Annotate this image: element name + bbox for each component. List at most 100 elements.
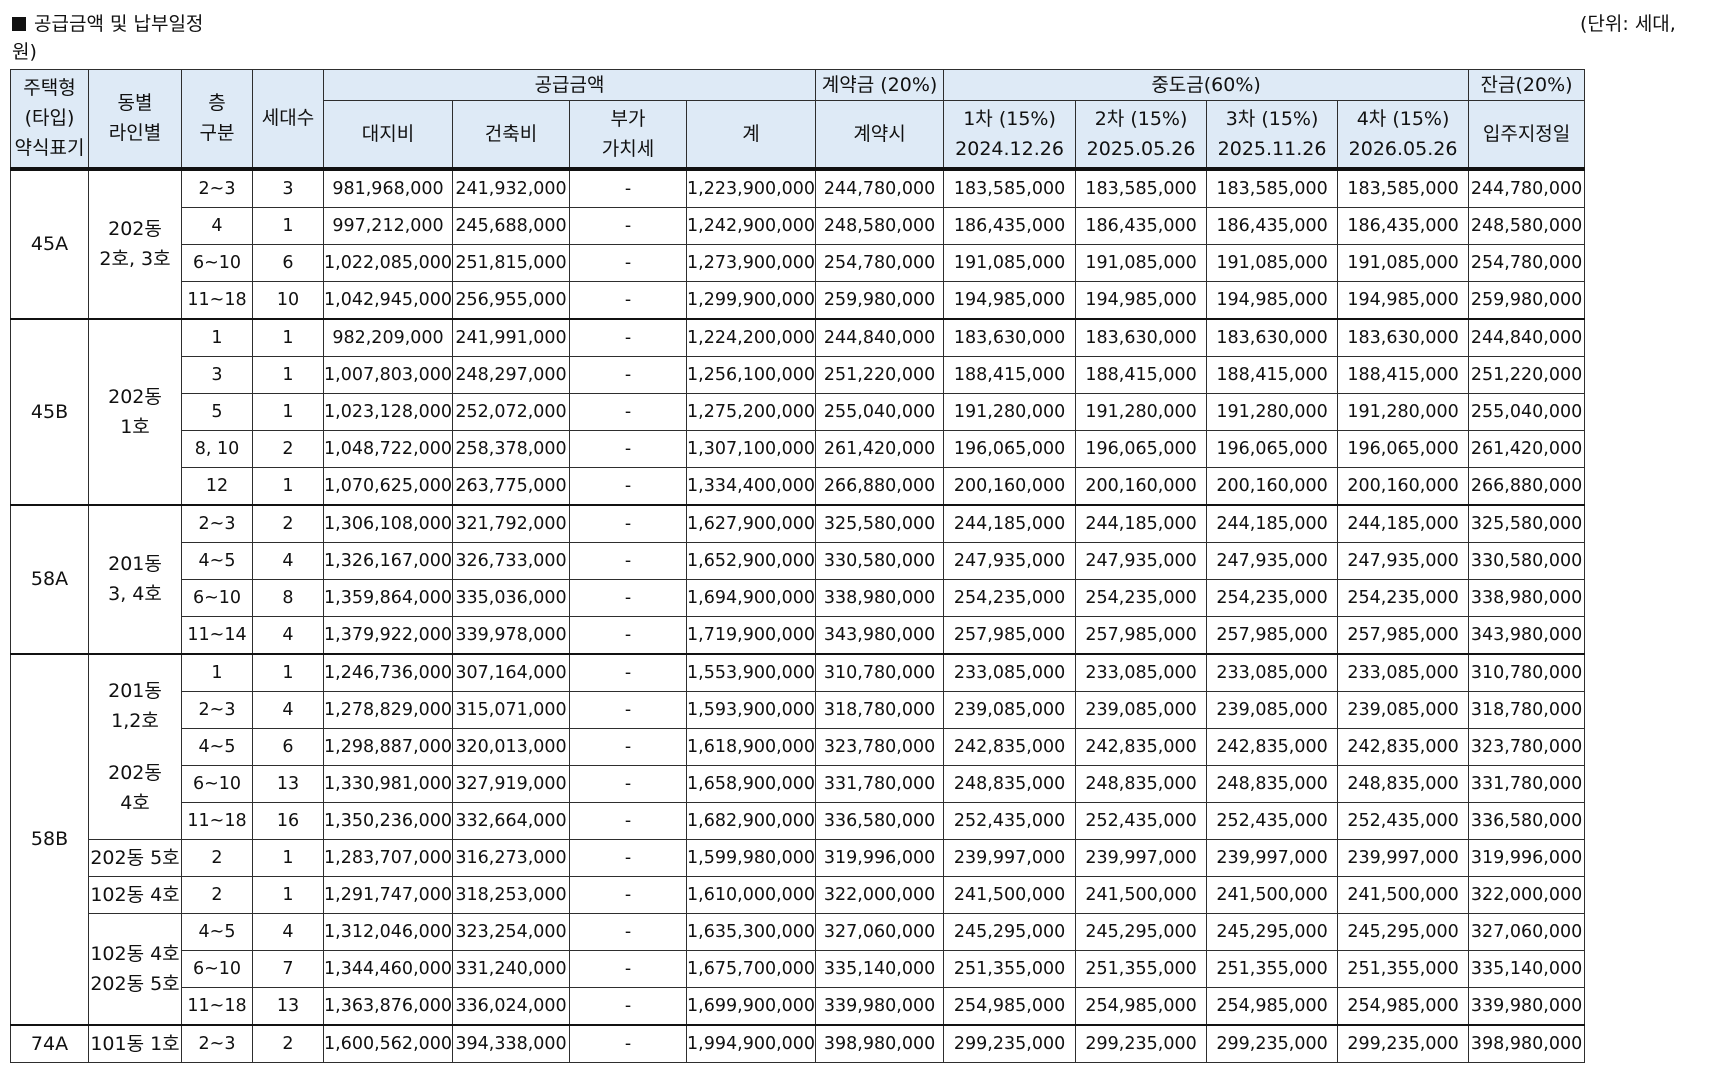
units-cell: 2: [252, 429, 324, 468]
vat-cell: -: [569, 578, 688, 617]
land-cell: 1,278,829,000: [322, 690, 454, 729]
m1-cell: 251,355,000: [943, 949, 1077, 988]
floor-cell: 6~10: [181, 243, 253, 282]
total-cell: 1,682,900,000: [686, 801, 817, 840]
floor-cell: 6~10: [181, 578, 253, 617]
total-cell: 1,599,980,000: [686, 838, 817, 877]
total-cell: 1,223,900,000: [686, 166, 817, 208]
balance-cell: 330,580,000: [1468, 541, 1586, 580]
m4-cell: 245,295,000: [1337, 912, 1470, 951]
table-row: 58B 201동 1,2호 202동 4호 1 1 1,246,736,000 307,164,…: [10, 652, 1586, 1025]
header-total: 계: [686, 100, 817, 169]
building-cell: 252,072,000: [452, 392, 571, 431]
header-supply-group: 공급금액: [322, 69, 817, 101]
balance-cell: 338,980,000: [1468, 578, 1586, 617]
header-middle-group: 중도금(60%): [943, 69, 1470, 101]
land-cell: 1,070,625,000: [322, 466, 454, 505]
m2-cell: 248,835,000: [1075, 764, 1208, 803]
vat-cell: -: [569, 541, 688, 580]
type-cell: 45B: [10, 317, 89, 505]
m4-cell: 247,935,000: [1337, 541, 1470, 580]
m2-cell: 191,280,000: [1075, 392, 1208, 431]
units-cell: 1: [252, 838, 324, 877]
m1-cell: 196,065,000: [943, 429, 1077, 468]
table-row: 45B 202동 1호 1 1 982,209,000 241,991,000-1,224,…: [10, 317, 1586, 505]
header-building: 건축비: [452, 100, 571, 169]
m2-cell: 239,085,000: [1075, 690, 1208, 729]
total-cell: 1,307,100,000: [686, 429, 817, 468]
units-cell: 7: [252, 949, 324, 988]
balance-cell: 244,840,000: [1468, 317, 1586, 357]
total-cell: 1,242,900,000: [686, 206, 817, 245]
balance-cell: 248,580,000: [1468, 206, 1586, 245]
floor-cell: 1: [181, 652, 253, 692]
vat-cell: -: [569, 243, 688, 282]
contract-cell: 318,780,000: [815, 690, 945, 729]
total-cell: 1,553,900,000: [686, 652, 817, 692]
table-row: 8, 10 2 1,048,722,000 258,378,000-1,307,100…: [11, 429, 1586, 468]
land-cell: 1,350,236,000: [322, 801, 454, 840]
balance-cell: 255,040,000: [1468, 392, 1586, 431]
m3-cell: 200,160,000: [1206, 466, 1339, 505]
dong-line-text: 201동: [108, 679, 162, 702]
balance-cell: 251,220,000: [1468, 355, 1586, 394]
m3-cell: 191,280,000: [1206, 392, 1339, 431]
building-cell: 323,254,000: [452, 912, 571, 951]
m4-cell: 241,500,000: [1337, 875, 1470, 914]
building-cell: 326,733,000: [452, 541, 571, 580]
building-cell: 256,955,000: [452, 280, 571, 319]
land-cell: 1,600,562,000: [322, 1023, 454, 1063]
land-cell: 1,291,747,000: [322, 875, 454, 914]
m4-cell: 196,065,000: [1337, 429, 1470, 468]
balance-cell: 259,980,000: [1468, 280, 1586, 319]
m3-cell: 242,835,000: [1206, 727, 1339, 766]
m3-cell: 251,355,000: [1206, 949, 1339, 988]
table-row: 12 1 1,070,625,000 263,775,000-1,334,400,00…: [11, 466, 1586, 505]
m1-cell: 200,160,000: [943, 466, 1077, 505]
vat-cell: -: [569, 838, 688, 877]
contract-cell: 398,980,000: [815, 1023, 945, 1063]
contract-cell: 327,060,000: [815, 912, 945, 951]
m3-cell: 233,085,000: [1206, 652, 1339, 692]
land-cell: 1,007,803,000: [322, 355, 454, 394]
land-cell: 1,330,981,000: [322, 764, 454, 803]
dong-line-text: 3, 4호: [108, 583, 162, 605]
balance-cell: 319,996,000: [1468, 838, 1586, 877]
contract-cell: 259,980,000: [815, 280, 945, 319]
vat-cell: -: [569, 503, 688, 543]
dong-line-text: 202동: [108, 761, 162, 784]
dong-line-text: 101동 1호: [90, 1032, 180, 1055]
contract-cell: 255,040,000: [815, 392, 945, 431]
type-cell: 58B: [10, 652, 89, 1025]
m3-cell: 245,295,000: [1206, 912, 1339, 951]
m1-cell: 194,985,000: [943, 280, 1077, 319]
floor-cell: 4: [181, 206, 253, 245]
units-cell: 4: [252, 690, 324, 729]
total-cell: 1,334,400,000: [686, 466, 817, 505]
m2-cell: 188,415,000: [1075, 355, 1208, 394]
m3-cell: 254,985,000: [1206, 986, 1339, 1025]
m2-cell: 299,235,000: [1075, 1023, 1208, 1063]
balance-cell: 254,780,000: [1468, 243, 1586, 282]
total-cell: 1,610,000,000: [686, 875, 817, 914]
m4-cell: 244,185,000: [1337, 503, 1470, 543]
m4-cell: 251,355,000: [1337, 949, 1470, 988]
units-cell: 6: [252, 243, 324, 282]
units-cell: 1: [252, 206, 324, 245]
m4-cell: 191,280,000: [1337, 392, 1470, 431]
floor-cell: 3: [181, 355, 253, 394]
m3-cell: 257,985,000: [1206, 615, 1339, 654]
m3-cell: 299,235,000: [1206, 1023, 1339, 1063]
balance-cell: 310,780,000: [1468, 652, 1586, 692]
building-cell: 332,664,000: [452, 801, 571, 840]
table-header: 주택형 (타입) 약식표기 동별 라인별 층 구분 세대수 공급금액 계약금 (20%)…: [10, 69, 1586, 169]
table-body: 45A 202동 2호, 3호 2~3 3 981,968,000 241,932,000-…: [10, 166, 1586, 1063]
total-cell: 1,627,900,000: [686, 503, 817, 543]
header-floor: 층 구분: [181, 69, 253, 169]
dong-line-text: 202동: [108, 218, 162, 240]
units-cell: 10: [252, 280, 324, 319]
contract-cell: 322,000,000: [815, 875, 945, 914]
total-cell: 1,256,100,000: [686, 355, 817, 394]
contract-cell: 310,780,000: [815, 652, 945, 692]
floor-cell: 8, 10: [181, 429, 253, 468]
